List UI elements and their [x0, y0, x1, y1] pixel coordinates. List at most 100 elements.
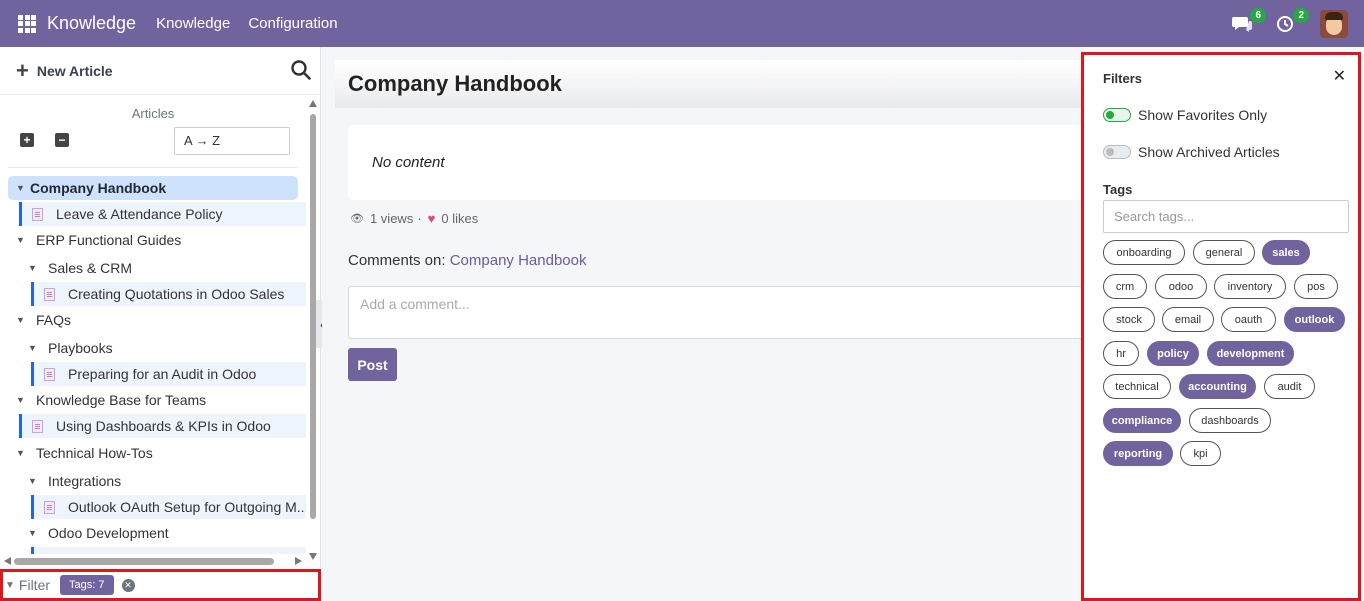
tag-pos[interactable]: pos — [1294, 274, 1338, 299]
tag-oauth[interactable]: oauth — [1221, 307, 1276, 332]
menu-configuration[interactable]: Configuration — [248, 15, 337, 32]
tree-item-dashboards-kpis[interactable]: Using Dashboards & KPIs in Odoo — [19, 414, 306, 438]
archived-toggle-row[interactable]: Show Archived Articles — [1103, 144, 1280, 160]
tree-item-label: Creating Quotations in Odoo Sales — [68, 286, 285, 302]
comments-header: Comments on: Company Handbook — [348, 252, 586, 269]
tree-item-label: Playbooks — [48, 340, 113, 356]
tree-item-audit-preparation[interactable]: Preparing for an Audit in Odoo — [31, 362, 306, 386]
scroll-up-icon[interactable] — [309, 100, 317, 107]
tag-compliance[interactable]: compliance — [1103, 408, 1181, 433]
tag-stock[interactable]: stock — [1103, 307, 1155, 332]
tag-odoo[interactable]: odoo — [1155, 274, 1207, 299]
activities-count-badge: 2 — [1293, 7, 1309, 23]
apps-menu-icon[interactable] — [18, 14, 36, 33]
document-icon — [32, 207, 43, 221]
favorites-toggle-row[interactable]: Show Favorites Only — [1103, 107, 1267, 123]
filter-label: Filter — [18, 577, 51, 593]
scroll-right-icon[interactable] — [295, 557, 302, 565]
tree-item-label: Company Handbook — [30, 180, 167, 196]
new-article-label: New Article — [36, 62, 113, 79]
tag-policy[interactable]: policy — [1147, 341, 1199, 366]
new-article-button[interactable]: + New Article — [16, 59, 113, 82]
collapse-all-icon[interactable]: − — [55, 133, 69, 147]
tag-accounting[interactable]: accounting — [1179, 374, 1256, 399]
favorites-toggle[interactable] — [1103, 108, 1131, 122]
tag-reporting[interactable]: reporting — [1103, 441, 1173, 466]
article-tree: ▼ Company Handbook Leave & Attendance Po… — [0, 176, 306, 554]
tree-item-odoo-development[interactable]: ▼ Odoo Development — [28, 521, 169, 545]
tag-hr[interactable]: hr — [1103, 341, 1139, 366]
scroll-left-icon[interactable] — [4, 557, 11, 565]
app-brand[interactable]: Knowledge — [47, 13, 136, 34]
article-body[interactable]: No content — [348, 125, 1088, 200]
tree-item-playbooks[interactable]: ▼ Playbooks — [28, 336, 113, 360]
activities-clock-icon[interactable]: 2 — [1273, 7, 1309, 36]
tag-onboarding[interactable]: onboarding — [1103, 240, 1185, 265]
caret-down-icon[interactable]: ▼ — [28, 263, 42, 273]
tag-search-input[interactable]: Search tags... — [1103, 200, 1349, 233]
tag-kpi[interactable]: kpi — [1180, 441, 1221, 466]
tag-general[interactable]: general — [1193, 240, 1255, 265]
article-title[interactable]: Company Handbook — [335, 60, 1095, 108]
caret-down-icon[interactable]: ▼ — [16, 315, 30, 325]
expand-all-icon[interactable]: + — [20, 133, 34, 147]
tag-inventory[interactable]: inventory — [1214, 274, 1286, 299]
tree-item-technical-howtos[interactable]: ▼ Technical How-Tos — [16, 441, 153, 465]
tag-dashboards[interactable]: dashboards — [1189, 408, 1271, 433]
active-tags-filter-badge[interactable]: Tags: 7 — [60, 575, 114, 595]
articles-sidebar: + New Article Articles + − A → Z ▼ Compa… — [0, 47, 321, 601]
eye-icon: 👁 — [350, 213, 364, 225]
archived-toggle-label: Show Archived Articles — [1138, 144, 1280, 160]
tree-item-label: ERP Functional Guides — [36, 232, 182, 248]
close-icon[interactable]: ✕ — [1333, 66, 1346, 86]
tag-technical[interactable]: technical — [1103, 374, 1171, 399]
tree-item-leave-policy[interactable]: Leave & Attendance Policy — [19, 202, 306, 226]
user-avatar[interactable] — [1320, 9, 1348, 38]
tag-email[interactable]: email — [1162, 307, 1214, 332]
tree-item-label: Using Dashboards & KPIs in Odoo — [56, 418, 271, 434]
tree-item-outlook-oauth[interactable]: Outlook OAuth Setup for Outgoing M... — [31, 495, 306, 519]
menu-knowledge[interactable]: Knowledge — [156, 15, 230, 32]
tag-sales[interactable]: sales — [1262, 240, 1310, 265]
tree-item-label: Preparing for an Audit in Odoo — [68, 366, 257, 382]
views-count: 1 views — [369, 211, 414, 226]
comment-input[interactable]: Add a comment... — [348, 286, 1088, 339]
document-icon — [32, 419, 43, 433]
tree-item-company-handbook[interactable]: ▼ Company Handbook — [8, 176, 298, 200]
caret-down-icon[interactable]: ▼ — [16, 183, 30, 193]
caret-down-icon[interactable]: ▼ — [16, 448, 30, 458]
tree-item-kb-teams[interactable]: ▼ Knowledge Base for Teams — [16, 388, 206, 412]
caret-down-icon[interactable]: ▼ — [28, 476, 42, 486]
tree-horizontal-scrollbar[interactable] — [0, 554, 306, 568]
tree-item-erp-guides[interactable]: ▼ ERP Functional Guides — [16, 228, 181, 252]
post-button[interactable]: Post — [348, 348, 397, 381]
scroll-down-icon[interactable] — [309, 553, 317, 560]
caret-down-icon[interactable]: ▼ — [16, 235, 30, 245]
caret-down-icon[interactable]: ▼ — [28, 528, 42, 538]
tree-item-integrations[interactable]: ▼ Integrations — [28, 469, 121, 493]
caret-down-icon[interactable]: ▼ — [16, 395, 30, 405]
document-icon — [44, 500, 55, 514]
search-icon[interactable] — [290, 59, 314, 83]
tree-item-label: Sales & CRM — [48, 260, 133, 276]
tree-item-faqs[interactable]: ▼ FAQs — [16, 308, 71, 332]
caret-down-icon[interactable]: ▼ — [28, 343, 42, 353]
tag-development[interactable]: development — [1207, 341, 1294, 366]
tree-item-partial[interactable] — [31, 547, 306, 554]
stats-separator: · — [417, 211, 422, 226]
tag-crm[interactable]: crm — [1103, 274, 1147, 299]
clear-filter-icon[interactable]: ✕ — [121, 578, 135, 592]
sort-order-select[interactable]: A → Z — [174, 127, 290, 155]
tag-audit[interactable]: audit — [1264, 374, 1315, 399]
tag-outlook[interactable]: outlook — [1284, 307, 1345, 332]
filters-title: Filters — [1103, 71, 1143, 86]
filters-panel: Filters ✕ Show Favorites Only Show Archi… — [1081, 52, 1361, 601]
comments-article-link[interactable]: Company Handbook — [450, 252, 587, 269]
tree-item-label: Odoo Development — [48, 525, 169, 541]
archived-toggle[interactable] — [1103, 145, 1131, 159]
messages-icon[interactable]: 6 — [1230, 7, 1266, 36]
tree-item-sales-crm[interactable]: ▼ Sales & CRM — [28, 256, 132, 280]
tree-item-creating-quotations[interactable]: Creating Quotations in Odoo Sales — [31, 282, 306, 306]
articles-section-header: Articles — [131, 106, 175, 121]
heart-icon[interactable]: ♥ — [428, 211, 436, 226]
